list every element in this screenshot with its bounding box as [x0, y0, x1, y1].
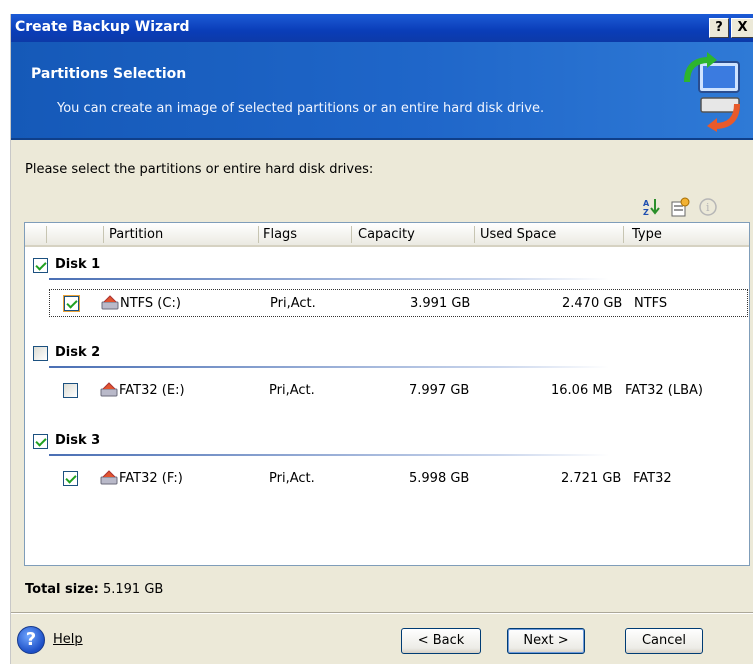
wizard-window: Create Backup Wizard ? X Partitions Sele… — [10, 14, 753, 664]
column-used-space[interactable]: Used Space — [480, 227, 556, 242]
partition-checkbox[interactable] — [63, 383, 78, 398]
disk-checkbox[interactable] — [33, 258, 48, 273]
partition-used-space: 2.470 GB — [562, 296, 623, 311]
partition-flags: Pri,Act. — [270, 296, 316, 311]
disk-group[interactable]: Disk 3 — [25, 427, 749, 457]
info-icon[interactable]: i — [697, 196, 719, 218]
drive-icon — [101, 295, 119, 310]
backup-computer-icon — [684, 52, 740, 132]
partition-capacity: 3.991 GB — [410, 296, 471, 311]
partition-used-space: 16.06 MB — [551, 383, 613, 398]
partition-used-space: 2.721 GB — [561, 471, 622, 486]
page-title: Partitions Selection — [31, 66, 187, 82]
partition-type: FAT32 — [633, 471, 672, 486]
svg-text:Z: Z — [643, 208, 649, 217]
help-label[interactable]: Help — [53, 632, 83, 647]
partition-checkbox[interactable] — [63, 295, 80, 312]
column-flags[interactable]: Flags — [263, 227, 297, 242]
cancel-button[interactable]: Cancel — [625, 628, 703, 654]
partition-capacity: 5.998 GB — [409, 471, 470, 486]
partition-row[interactable]: NTFS (C:) Pri,Act. 3.991 GB 2.470 GB NTF… — [49, 289, 748, 317]
svg-text:i: i — [706, 201, 710, 214]
partition-capacity: 7.997 GB — [409, 383, 470, 398]
help-icon[interactable]: ? — [17, 626, 45, 654]
wizard-header: Partitions Selection You can create an i… — [11, 42, 753, 140]
partition-name: FAT32 (E:) — [119, 383, 185, 398]
drive-icon — [100, 470, 118, 485]
partition-name: FAT32 (F:) — [119, 471, 183, 486]
total-size-value: 5.191 GB — [102, 582, 164, 597]
partition-flags: Pri,Act. — [269, 383, 315, 398]
disk-label: Disk 2 — [55, 345, 101, 360]
back-button[interactable]: < Back — [401, 628, 481, 654]
sort-icon[interactable]: A Z — [641, 196, 663, 218]
column-type[interactable]: Type — [632, 227, 662, 242]
title-bar: Create Backup Wizard ? X — [11, 14, 753, 42]
disk-label: Disk 3 — [55, 433, 101, 448]
partition-checkbox[interactable] — [63, 471, 78, 486]
list-header: Partition Flags Capacity Used Space Type — [25, 223, 749, 247]
total-size-label: Total size: — [25, 582, 99, 597]
partition-list[interactable]: Partition Flags Capacity Used Space Type… — [24, 222, 750, 566]
disk-checkbox[interactable] — [33, 346, 48, 361]
page-subtitle: You can create an image of selected part… — [57, 101, 545, 116]
help-title-button[interactable]: ? — [709, 18, 729, 38]
partition-flags: Pri,Act. — [269, 471, 315, 486]
disk-checkbox[interactable] — [33, 434, 48, 449]
disk-group[interactable]: Disk 1 — [25, 251, 749, 281]
svg-text:A: A — [643, 199, 650, 208]
properties-icon[interactable] — [669, 196, 691, 218]
close-button[interactable]: X — [731, 18, 753, 38]
partition-type: NTFS — [634, 296, 668, 311]
next-button[interactable]: Next > — [507, 628, 585, 654]
window-title: Create Backup Wizard — [15, 19, 190, 35]
footer-divider — [11, 612, 753, 614]
partition-row[interactable]: FAT32 (F:) Pri,Act. 5.998 GB 2.721 GB FA… — [25, 465, 749, 493]
total-size: Total size: 5.191 GB — [25, 582, 163, 597]
drive-icon — [100, 382, 118, 397]
column-capacity[interactable]: Capacity — [358, 227, 415, 242]
partition-row[interactable]: FAT32 (E:) Pri,Act. 7.997 GB 16.06 MB FA… — [25, 377, 749, 405]
partition-type: FAT32 (LBA) — [625, 383, 703, 398]
partition-name: NTFS (C:) — [120, 296, 181, 311]
disk-group[interactable]: Disk 2 — [25, 339, 749, 369]
disk-label: Disk 1 — [55, 257, 101, 272]
instruction-text: Please select the partitions or entire h… — [25, 162, 374, 177]
column-partition[interactable]: Partition — [109, 227, 163, 242]
